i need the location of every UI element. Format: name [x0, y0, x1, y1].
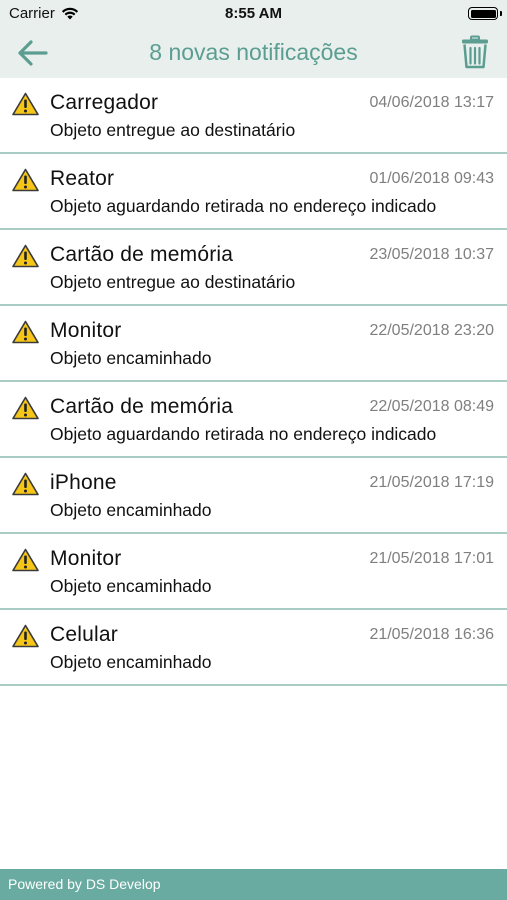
notification-date: 23/05/2018 10:37: [369, 246, 494, 263]
notification-status: Objeto entregue ao destinatário: [50, 272, 296, 292]
footer-credit: Powered by DS Develop: [8, 876, 161, 892]
warning-icon: [12, 244, 39, 268]
warning-icon: [12, 472, 39, 496]
footer: Powered by DS Develop: [0, 869, 507, 900]
delete-all-button[interactable]: [457, 32, 493, 72]
notification-list: Carregador 04/06/2018 13:17 Objeto entregu…: [0, 78, 507, 686]
notification-date: 01/06/2018 09:43: [369, 170, 494, 187]
page-title: 8 novas notificações: [149, 39, 358, 65]
warning-icon: [12, 92, 39, 116]
nav-bar: 8 novas notificações: [0, 28, 507, 78]
notification-status: Objeto encaminhado: [50, 500, 212, 520]
notification-status: Objeto entregue ao destinatário: [50, 120, 296, 140]
trash-icon: [462, 35, 488, 69]
notification-date: 21/05/2018 17:19: [369, 474, 494, 491]
arrow-left-icon: [18, 40, 48, 66]
warning-icon: [12, 320, 39, 344]
battery-tip: [500, 11, 502, 16]
notification-row[interactable]: Monitor 22/05/2018 23:20 Objeto encaminhad…: [0, 306, 507, 382]
notification-date: 22/05/2018 08:49: [369, 398, 494, 415]
notification-date: 04/06/2018 13:17: [369, 94, 494, 111]
notification-title: Celular: [50, 623, 118, 646]
notification-status: Objeto encaminhado: [50, 652, 212, 672]
notification-title: Carregador: [50, 91, 159, 114]
status-time: 8:55 AM: [225, 5, 282, 22]
notification-date: 22/05/2018 23:20: [369, 322, 494, 339]
notification-title: Monitor: [50, 547, 122, 570]
notification-title: iPhone: [50, 471, 117, 494]
status-bar: Carrier 8:55 AM: [0, 0, 507, 28]
notification-status: Objeto encaminhado: [50, 576, 212, 596]
notification-row[interactable]: Cartão de memória 22/05/2018 08:49 Objeto …: [0, 382, 507, 458]
back-button[interactable]: [12, 34, 52, 72]
warning-icon: [12, 624, 39, 648]
warning-icon: [12, 548, 39, 572]
notification-row[interactable]: iPhone 21/05/2018 17:19 Objeto encaminhado: [0, 458, 507, 534]
notification-date: 21/05/2018 17:01: [369, 550, 494, 567]
notification-date: 21/05/2018 16:36: [369, 626, 494, 643]
battery-icon: [468, 7, 498, 20]
notification-row[interactable]: Monitor 21/05/2018 17:01 Objeto encaminhad…: [0, 534, 507, 610]
notification-title: Cartão de memória: [50, 395, 234, 418]
notification-title: Reator: [50, 167, 115, 190]
notification-status: Objeto encaminhado: [50, 348, 212, 368]
notification-row[interactable]: Reator 01/06/2018 09:43 Objeto aguardando …: [0, 154, 507, 230]
notification-row[interactable]: Cartão de memória 23/05/2018 10:37 Objeto …: [0, 230, 507, 306]
notification-title: Monitor: [50, 319, 122, 342]
notification-title: Cartão de memória: [50, 243, 234, 266]
warning-icon: [12, 396, 39, 420]
notification-status: Objeto aguardando retirada no endereço i…: [50, 424, 437, 444]
warning-icon: [12, 168, 39, 192]
notification-row[interactable]: Celular 21/05/2018 16:36 Objeto encaminhad…: [0, 610, 507, 686]
notification-row[interactable]: Carregador 04/06/2018 13:17 Objeto entregu…: [0, 78, 507, 154]
notification-status: Objeto aguardando retirada no endereço i…: [50, 196, 437, 216]
